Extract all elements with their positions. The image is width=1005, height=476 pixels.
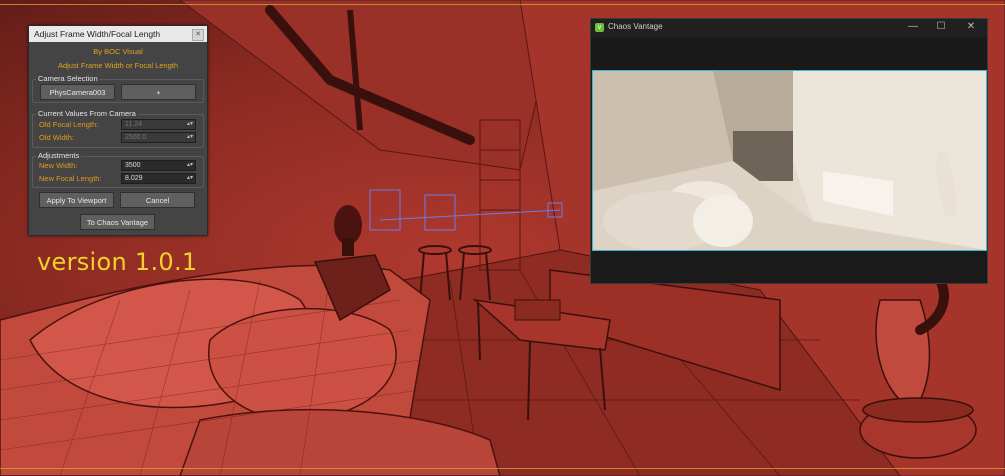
maximize-icon[interactable]: ☐: [931, 21, 951, 32]
apply-to-viewport-button[interactable]: Apply To Viewport: [39, 192, 114, 208]
group-title: Camera Selection: [36, 74, 100, 83]
add-camera-button[interactable]: +: [121, 84, 196, 100]
credit-author: By BOC Visual: [93, 47, 143, 56]
credit-description: Adjust Frame Width or Focal Length: [57, 61, 179, 70]
new-width-label: New Width:: [39, 161, 78, 170]
vantage-titlebar[interactable]: v Chaos Vantage — ☐ ✕: [591, 19, 987, 37]
adjustments-group: Adjustments New Width: 3500 ▴▾ New Focal …: [32, 151, 204, 188]
new-focal-label: New Focal Length:: [39, 174, 102, 183]
close-icon[interactable]: ✕: [961, 21, 981, 32]
new-width-field[interactable]: 3500 ▴▾: [121, 160, 196, 171]
group-title: Adjustments: [36, 151, 82, 160]
camera-select-button[interactable]: PhysCamera003: [40, 84, 115, 100]
new-focal-field[interactable]: 8.029 ▴▾: [121, 173, 196, 184]
cancel-button[interactable]: Cancel: [120, 192, 195, 208]
chaos-vantage-logo-icon: v: [595, 23, 604, 32]
version-label: version 1.0.1: [37, 248, 198, 276]
old-width-label: Old Width:: [39, 133, 75, 142]
chaos-vantage-window: v Chaos Vantage — ☐ ✕: [590, 18, 988, 284]
group-title: Current Values From Camera: [36, 109, 138, 118]
vantage-statusbar: [591, 251, 987, 283]
dialog-titlebar[interactable]: Adjust Frame Width/Focal Length ✕: [29, 26, 207, 42]
minimize-icon[interactable]: —: [903, 21, 923, 32]
render-preview[interactable]: [592, 70, 987, 251]
vantage-toolbar: [591, 37, 987, 70]
vantage-title: Chaos Vantage: [608, 22, 663, 31]
camera-selection-group: Camera Selection PhysCamera003 +: [32, 74, 204, 103]
current-values-group: Current Values From Camera Old Focal Len…: [32, 109, 204, 148]
render-image: [593, 71, 986, 250]
old-focal-label: Old Focal Length:: [39, 120, 99, 129]
old-focal-field: 11.24 ▴▾: [121, 119, 196, 130]
viewport-frame-top: [0, 4, 1005, 5]
old-width-field: 2500.0 ▴▾: [121, 132, 196, 143]
close-icon[interactable]: ✕: [192, 29, 204, 41]
to-chaos-vantage-button[interactable]: To Chaos Vantage: [80, 214, 155, 230]
adjust-frame-dialog: Adjust Frame Width/Focal Length ✕ By BOC…: [28, 25, 208, 236]
viewport-frame-bottom: [0, 468, 1005, 469]
dialog-title: Adjust Frame Width/Focal Length: [34, 29, 161, 39]
